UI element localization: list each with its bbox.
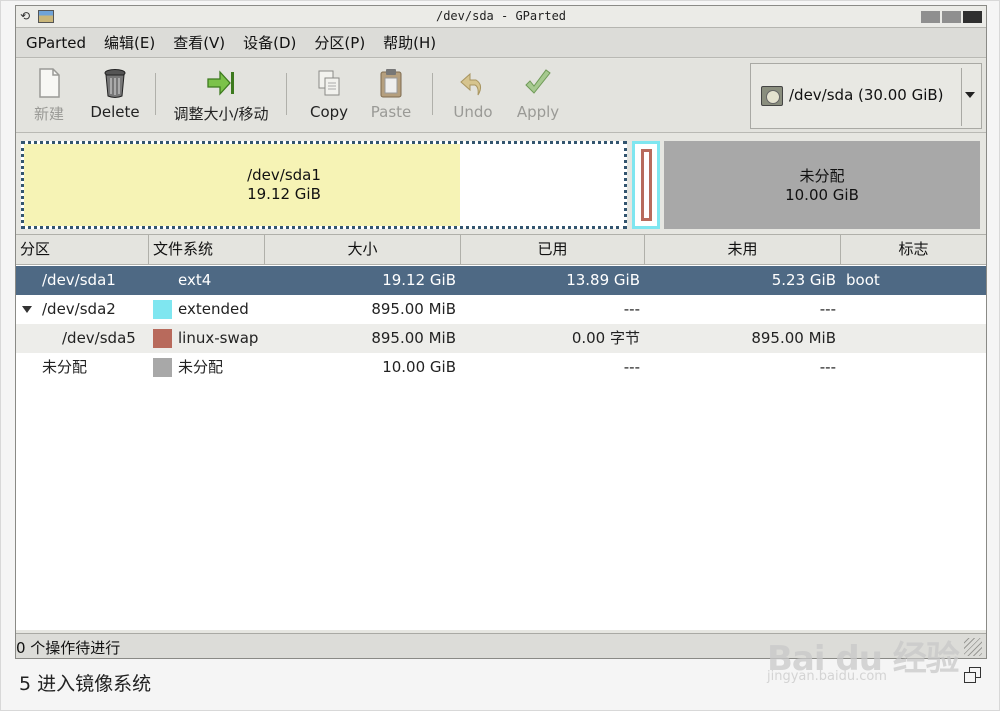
graph-partition-extended[interactable] [632,141,660,229]
checkmark-icon [523,67,553,99]
minimize-button[interactable] [921,11,940,23]
cell-size: 895.00 MiB [371,300,456,318]
resize-move-button[interactable]: 调整大小/移动 [166,67,276,127]
cell-filesystem: 未分配 [178,358,224,376]
filesystem-color-swatch [153,300,172,319]
column-header-filesystem[interactable]: 文件系统 [149,235,265,265]
apply-button-label: Apply [516,103,560,121]
cell-filesystem: ext4 [178,271,212,289]
toolbar-separator [155,73,156,115]
menu-device[interactable]: 设备(D) [243,32,296,53]
graph-unallocated-text: 未分配 10.00 GiB [664,167,980,205]
paste-button-label: Paste [370,103,412,121]
cell-partition: /dev/sda5 [62,329,136,347]
device-selector-divider [961,68,962,126]
graph-sda1-name: /dev/sda1 [247,166,321,184]
resize-arrow-icon [206,67,236,99]
cell-partition: /dev/sda1 [42,271,116,289]
graph-unallocated-size: 10.00 GiB [785,186,859,204]
window-title: /dev/sda - GParted [435,9,567,23]
column-header-unused[interactable]: 未用 [645,235,841,265]
cell-unused: 895.00 MiB [751,329,836,347]
copy-button[interactable]: Copy [302,67,356,127]
menu-help[interactable]: 帮助(H) [383,32,436,53]
new-document-icon [34,67,64,99]
column-header-size[interactable]: 大小 [265,235,461,265]
delete-button-label: Delete [90,103,140,121]
cell-unused: --- [819,358,836,376]
undo-button-label: Undo [453,103,493,121]
graph-sda1-text: /dev/sda1 19.12 GiB [184,166,384,204]
filesystem-color-swatch [153,358,172,377]
cell-unused: 5.23 GiB [771,271,836,289]
device-selector[interactable]: /dev/sda (30.00 GiB) [750,63,982,129]
cell-size: 895.00 MiB [371,329,456,347]
cell-size: 19.12 GiB [382,271,456,289]
step-caption: 5 进入镜像系统 [19,673,152,695]
copy-icon [314,67,344,99]
cell-flags: boot [846,271,880,289]
screenshot-frame: ⟲ /dev/sda - GParted GParted 编辑(E) 查看(V)… [0,0,1000,711]
cell-used: --- [623,300,640,318]
partition-graph: /dev/sda1 19.12 GiB 未分配 10.00 GiB [16,134,986,234]
filesystem-color-swatch [153,329,172,348]
expand-icon[interactable] [964,667,981,683]
cell-used: --- [623,358,640,376]
cell-partition: /dev/sda2 [42,300,116,318]
table-row[interactable]: /dev/sda5 linux-swap 895.00 MiB 0.00 字节 … [16,324,986,353]
trash-icon [100,67,130,99]
apply-button[interactable]: Apply [510,67,566,127]
column-header-flags[interactable]: 标志 [841,235,986,265]
undo-button[interactable]: Undo [448,67,498,127]
baidu-watermark: Bai du 经验 jingyan.baidu.com [761,601,991,691]
column-header-partition[interactable]: 分区 [16,235,149,265]
menu-gparted[interactable]: GParted [26,34,86,52]
paste-button[interactable]: Paste [364,67,418,127]
column-header-used[interactable]: 已用 [461,235,645,265]
toolbar-separator [432,73,433,115]
menu-partition[interactable]: 分区(P) [314,32,365,53]
device-selector-label: /dev/sda (30.00 GiB) [789,86,944,104]
new-button[interactable]: 新建 [24,67,74,127]
graph-partition-sda1[interactable]: /dev/sda1 19.12 GiB [21,141,627,229]
table-row[interactable]: /dev/sda2 extended 895.00 MiB --- --- [16,295,986,324]
chevron-down-icon[interactable] [965,92,975,98]
maximize-button[interactable] [942,11,961,23]
menu-bar: GParted 编辑(E) 查看(V) 设备(D) 分区(P) 帮助(H) [16,28,986,58]
graph-sda1-size: 19.12 GiB [247,185,321,203]
resize-move-label: 调整大小/移动 [173,105,269,123]
watermark-url: jingyan.baidu.com [767,669,887,684]
cell-used: 0.00 字节 [571,329,640,347]
toolbar: 新建 Delete 调整大小/移动 Copy Paste Undo Apply … [16,59,986,133]
partition-table: 分区 文件系统 大小 已用 未用 标志 /dev/sda1 ext4 19.12… [16,234,986,630]
cell-filesystem: extended [178,300,249,318]
graph-partition-swap[interactable] [641,149,652,221]
cell-unused: --- [819,300,836,318]
pending-operations-status: 0 个操作待进行 [16,639,121,657]
clipboard-icon [376,67,406,99]
cell-filesystem: linux-swap [178,329,259,347]
menu-view[interactable]: 查看(V) [173,32,225,53]
close-button[interactable] [963,11,982,23]
toolbar-separator [286,73,287,115]
menu-edit[interactable]: 编辑(E) [104,32,155,53]
graph-unallocated-name: 未分配 [799,167,845,185]
title-bar: ⟲ /dev/sda - GParted [16,6,986,28]
undo-arrow-icon [458,67,488,99]
graph-unallocated[interactable]: 未分配 10.00 GiB [664,141,980,229]
new-button-label: 新建 [33,105,64,123]
table-header: 分区 文件系统 大小 已用 未用 标志 [16,235,986,265]
window-controls [921,11,982,23]
table-row[interactable]: /dev/sda1 ext4 19.12 GiB 13.89 GiB 5.23 … [16,266,986,295]
hard-disk-icon [761,86,783,106]
cell-size: 10.00 GiB [382,358,456,376]
gparted-window: ⟲ /dev/sda - GParted GParted 编辑(E) 查看(V)… [15,5,987,659]
delete-button[interactable]: Delete [82,67,148,127]
cell-used: 13.89 GiB [566,271,640,289]
table-row[interactable]: 未分配 未分配 10.00 GiB --- --- [16,353,986,382]
cell-partition: 未分配 [42,358,88,376]
expander-triangle-icon[interactable] [22,306,32,313]
copy-button-label: Copy [309,103,349,121]
